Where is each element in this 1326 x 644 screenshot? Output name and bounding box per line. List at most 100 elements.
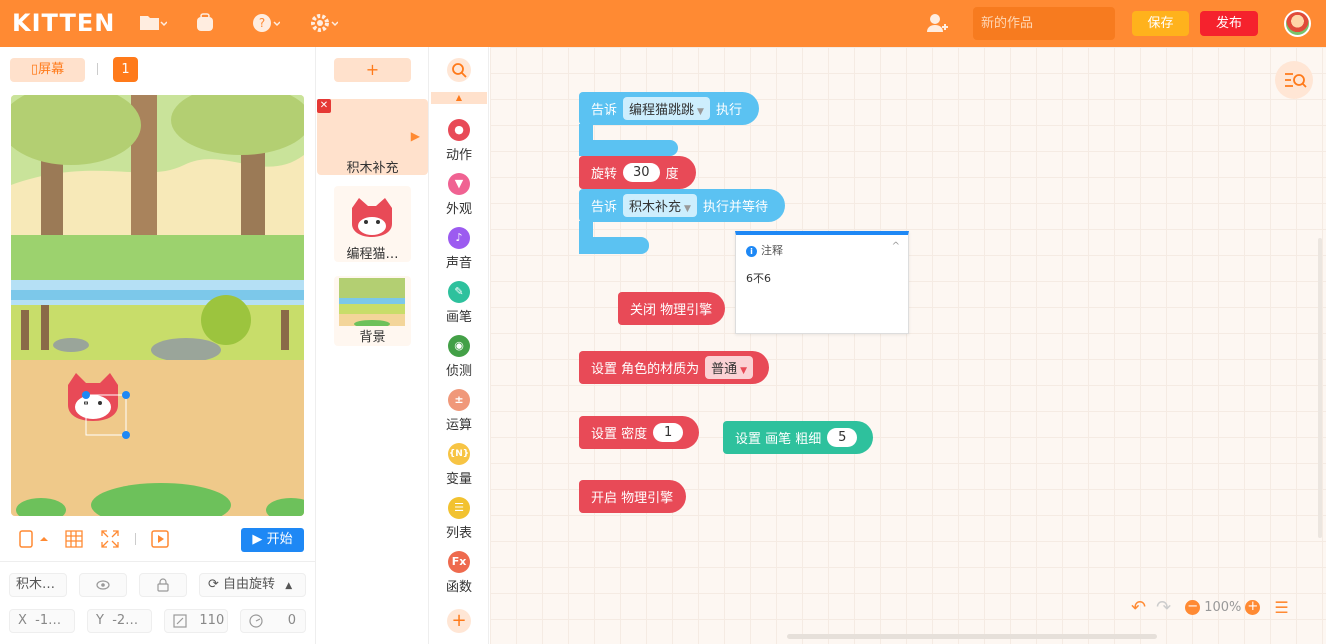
zoom-out-icon[interactable]: − [1185,599,1201,615]
lock-toggle[interactable] [139,573,187,597]
shirt-icon: ▼ [448,173,470,195]
redo-icon[interactable]: ↷ [1156,597,1171,618]
kitten-logo: KITTEN [12,9,116,37]
preview-play-icon[interactable] [150,529,170,549]
category-sound[interactable]: ♪ 声音 [429,227,489,271]
info-icon: i [746,246,757,257]
set-material-block[interactable]: 设置 角色的材质为 普通 ▼ [579,351,769,384]
folder-menu-icon[interactable] [139,12,168,34]
start-button[interactable]: ▶ 开始 [241,528,304,552]
workspace-controls: ↶ ↷ − 100% + ☰ [1131,597,1289,618]
scene-number-button[interactable]: 1 [113,57,138,82]
category-pen[interactable]: ✎ 画笔 [429,281,489,325]
pen-width-input[interactable]: 5 [827,428,858,447]
divider [0,561,316,562]
target-dropdown[interactable]: 编程猫跳跳 ▼ [623,97,710,120]
delete-sprite-icon[interactable]: ✕ [317,99,331,113]
search-icon[interactable] [447,58,471,82]
chevron-down-icon: ▼ [740,366,748,376]
stage-panel: ▯屏幕 1 ▶ 开始 积木… ⟳ 自由旋转 ▲ X -1… Y -2… 110 … [0,47,316,644]
set-pen-width-block[interactable]: 设置 画笔 粗细 5 [723,421,873,454]
add-extension-button[interactable]: + [447,609,471,633]
category-functions[interactable]: Fx 函数 [429,551,489,595]
disable-physics-block[interactable]: 关闭 物理引擎 [618,292,725,325]
workspace-search-icon[interactable] [1275,61,1313,99]
publish-button[interactable]: 发布 [1200,11,1258,36]
c-block-footer [579,237,649,254]
category-looks[interactable]: ▼ 外观 [429,173,489,217]
direction-field[interactable]: 0 [240,609,306,633]
zoom-in-icon[interactable]: + [1245,599,1261,615]
detect-icon: ◉ [448,335,470,357]
arrange-blocks-icon[interactable]: ☰ [1274,598,1288,617]
scroll-up-button[interactable]: ▲ [431,92,487,104]
x-position-field[interactable]: X -1… [9,609,75,633]
separator [97,63,98,75]
category-motion[interactable]: ● 动作 [429,119,489,163]
zoom-level: 100% [1204,599,1242,615]
material-dropdown[interactable]: 普通 ▼ [705,356,754,379]
category-sensing[interactable]: ◉ 侦测 [429,335,489,379]
chevron-down-icon: ▼ [697,107,704,117]
vertical-scrollbar[interactable] [1318,238,1322,538]
motion-icon: ● [448,119,470,141]
function-icon: Fx [448,551,470,573]
rotation-mode-select[interactable]: ⟳ 自由旋转 ▲ [199,573,306,597]
help-menu-icon[interactable]: ? [252,12,281,34]
density-input[interactable]: 1 [653,423,684,442]
fullscreen-icon[interactable] [100,529,120,549]
category-variables[interactable]: {N} 变量 [429,443,489,487]
project-name-input[interactable] [973,7,1115,40]
settings-gear-icon[interactable] [310,12,339,34]
y-position-field[interactable]: Y -2… [87,609,152,633]
visibility-toggle[interactable] [79,573,127,597]
list-icon: ☰ [448,497,470,519]
save-button[interactable]: 保存 [1132,11,1189,36]
variable-icon: {N} [448,443,470,465]
code-workspace[interactable] [490,47,1326,644]
direction-icon [249,613,263,628]
caret-up-icon[interactable] [38,529,50,549]
sprite-label: 背景 [359,330,386,345]
tell-execute-block[interactable]: 告诉 编程猫跳跳 ▼ 执行 [579,92,759,125]
grid-icon[interactable] [64,529,84,549]
undo-icon[interactable]: ↶ [1131,597,1146,618]
stage-background-scene [11,95,304,516]
lock-icon [156,577,170,592]
collapse-icon[interactable]: ^ [892,241,900,252]
sprite-label: 积木补充 [346,161,399,176]
top-bar: KITTEN ? 保存 发布 [0,0,1326,47]
stage-canvas[interactable] [11,95,304,516]
category-lists[interactable]: ☰ 列表 [429,497,489,541]
play-icon: ▶ [252,532,263,547]
rotate-block[interactable]: 旋转 30 度 [579,156,696,189]
set-density-block[interactable]: 设置 密度 1 [579,416,699,449]
note-text[interactable]: 6不6 [746,270,771,286]
music-icon: ♪ [448,227,470,249]
user-avatar[interactable] [1284,10,1311,37]
add-collaborator-icon[interactable] [926,12,950,34]
target-dropdown[interactable]: 积木补充 ▼ [623,194,697,217]
note-header: i 注释 [746,242,783,258]
horizontal-scrollbar[interactable] [787,634,1157,639]
size-field[interactable]: 110 [164,609,228,633]
screen-button[interactable]: ▯屏幕 [10,58,85,82]
sprite-label: 编程猫… [346,247,399,262]
add-sprite-button[interactable]: + [334,58,411,82]
category-operators[interactable]: ± 运算 [429,389,489,433]
resize-icon [173,613,187,628]
c-block-footer [579,140,678,156]
screen-icon: ▯ [30,62,39,77]
backpack-icon[interactable] [194,12,216,34]
sprite-list-panel: + ▶ ✕ 积木补充 编程猫… 背景 [316,47,429,644]
comment-note[interactable]: i 注释 ^ 6不6 [735,231,909,334]
background-thumbnail [339,278,405,326]
pen-icon: ✎ [448,281,470,303]
svg-text:?: ? [259,16,265,30]
enable-physics-block[interactable]: 开启 物理引擎 [579,480,686,513]
chevron-down-icon: ▼ [684,204,691,214]
orientation-icon[interactable] [16,529,36,549]
tell-execute-wait-block[interactable]: 告诉 积木补充 ▼ 执行并等待 [579,189,785,222]
rotate-degrees-input[interactable]: 30 [623,163,660,182]
sprite-name-field[interactable]: 积木… [9,573,67,597]
